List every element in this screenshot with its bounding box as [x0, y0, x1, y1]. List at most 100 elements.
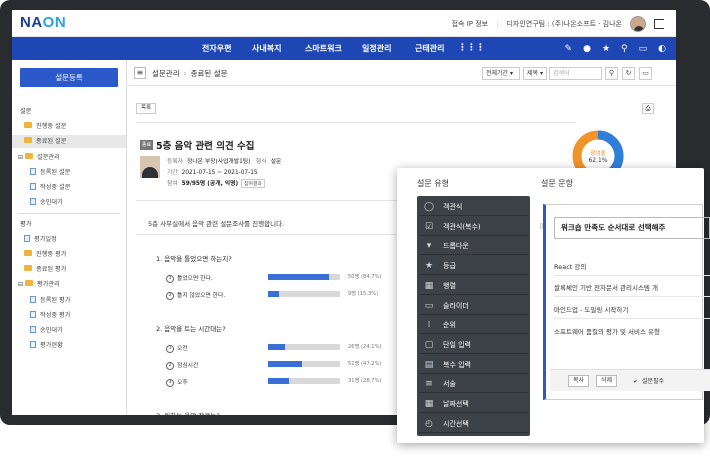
nav-item-smartwork[interactable]: 스마트워크 [305, 43, 342, 54]
search-input[interactable]: 검색어 [549, 67, 602, 80]
sidebar-item-draft-survey[interactable]: 작성중 설문 [12, 181, 126, 194]
document-icon [30, 182, 36, 190]
copy-button[interactable]: 복사 [568, 375, 590, 387]
option-number: 3 [166, 378, 174, 387]
delete-button[interactable]: 삭제 [596, 375, 618, 387]
answer-option[interactable]: React 강의 [554, 261, 710, 271]
survey-register-button[interactable]: 설문등록 [20, 68, 118, 87]
collapse-icon[interactable]: ⊟ [18, 281, 23, 288]
result-button[interactable]: 참여결과 [241, 179, 265, 188]
answer-option: 3 오후 [166, 377, 188, 387]
nav-item-schedule[interactable]: 일정관리 [362, 43, 391, 54]
sidebar-item-ended-survey[interactable]: 종료된 설문 [12, 135, 126, 148]
sidebar-item-label: 평가현황 [40, 342, 63, 349]
breadcrumb-root[interactable]: 설문관리 [152, 69, 180, 78]
calendar-icon: ▦ [424, 399, 434, 409]
question-type-item[interactable]: ≡ 서술 [419, 375, 528, 394]
question-title-input[interactable]: 워크숍 만족도 순서대로 선택해주 [554, 217, 710, 239]
question-title: 3. 원하는 음악 장르는? [156, 410, 220, 415]
nav-item-attendance[interactable]: 근태관리 [415, 43, 444, 54]
drag-handle-icon[interactable]: ⠿ [539, 223, 544, 231]
logo[interactable]: NAON [20, 14, 66, 31]
question-type-item[interactable]: ⁞ 순위 [419, 316, 528, 335]
sidebar-item-ended-eval[interactable]: 종료된 평가 [12, 263, 126, 276]
search-icon[interactable]: ⚲ [605, 67, 618, 80]
answer-option[interactable]: 마인드업 - 도필링 시작하기 [554, 304, 710, 314]
folder-icon [24, 265, 32, 271]
sidebar-item-registered-survey[interactable]: 등록된 설문 [12, 166, 126, 179]
result-count: 50명 (84.7%) [348, 274, 382, 280]
search-icon[interactable]: ⚲ [621, 44, 628, 54]
sidebar-item-eval-schedule[interactable]: 평가일정 [12, 233, 126, 246]
question-type-label: 슬라이더 [443, 301, 469, 310]
folder-icon [25, 153, 34, 159]
question-type-item[interactable]: ▾ 드롭다운 [419, 237, 528, 256]
logout-icon[interactable] [654, 18, 664, 29]
question-type-item[interactable]: ◯ 객관식 [419, 198, 528, 216]
sidebar-item-draft-eval[interactable]: 작성중 평가 [12, 309, 126, 322]
field-select[interactable]: 제목 ▾ [523, 67, 547, 80]
chat-icon[interactable]: ● [583, 44, 591, 54]
question-type-label: 서술 [443, 380, 456, 389]
editor-title: 설문 문항 [541, 179, 573, 188]
slider-icon: ▭ [424, 300, 434, 311]
sidebar-item-pending-survey[interactable]: 승인대기 [12, 196, 126, 209]
sidebar-item-label: 진행중 평가 [36, 251, 67, 258]
sidebar-item-label: 종료된 평가 [36, 266, 67, 273]
answer-option: 1 오전 [166, 343, 188, 353]
avatar[interactable] [630, 15, 646, 32]
question-card[interactable]: ⠿ 워크숍 만족도 순서대로 선택해주 React 강의 쌀록체인 기반 전자문… [539, 204, 710, 400]
palette-icon[interactable]: ◐ [658, 44, 666, 54]
question-type-item[interactable]: ▢ 단일 입력 [419, 336, 528, 354]
period-select[interactable]: 전체기간 ▾ [482, 67, 520, 80]
header-right: 접속 IP 정보 | 디자인연구팀 : (주)나온소프트 · 김나온 [452, 10, 664, 37]
option-label: 틀었으면 한다. [177, 276, 213, 282]
question-type-label: 행렬 [443, 281, 456, 290]
option-divider [554, 318, 710, 319]
question-type-label: 객관식(복수) [443, 222, 481, 231]
list-button[interactable]: 목록 [136, 103, 156, 114]
sidebar-item-ongoing-survey[interactable]: 진행중 설문 [12, 120, 126, 133]
question-type-label: 객관식 [443, 203, 463, 211]
print-icon[interactable]: ⎙ [642, 103, 654, 114]
folder-icon [24, 122, 32, 128]
answer-option[interactable]: 소프트웨어 품질의 평가 및 서비스 유형 [554, 326, 710, 336]
answer-option[interactable]: 쌀록체인 기반 전자문서 관리시스템 개 [554, 282, 710, 292]
answer-option: 1 틀었으면 한다. [166, 273, 213, 283]
sidebar-item-label: 등록된 평가 [40, 297, 71, 304]
answer-option: 2 틀지 않았으면 한다. [166, 290, 225, 300]
sidebar-item-eval-admin[interactable]: ⊟ 평가관리 [12, 278, 126, 291]
question-type-item[interactable]: ▦ 날짜선택 [419, 395, 528, 413]
nav-icons: ✎ ● ★ ⚲ ▭ ◐ [565, 37, 666, 60]
question-editor: ⠿ 워크숍 만족도 순서대로 선택해주 React 강의 쌀록체인 기반 전자문… [539, 196, 710, 436]
required-checkbox[interactable]: 설문필수 [632, 376, 664, 386]
question-type-item[interactable]: ▦ 행렬 [419, 277, 528, 295]
monitor-icon[interactable]: ▭ [639, 67, 652, 80]
sidebar-item-ongoing-eval[interactable]: 진행중 평가 [12, 248, 126, 261]
result-bar-fill [268, 361, 302, 367]
question-type-item[interactable]: ☑ 객관식(복수) [419, 218, 528, 236]
sidebar-item-eval-status[interactable]: 평가현황 [12, 339, 126, 352]
option-divider [554, 296, 710, 297]
nav-item-mail[interactable]: 전자우편 [202, 43, 231, 54]
question-title: 2. 음악을 트는 시간대는? [156, 325, 226, 333]
monitor-icon[interactable]: ▭ [639, 44, 648, 54]
search-placeholder: 검색어 [553, 70, 570, 77]
question-type-item[interactable]: ▭ 슬라이더 [419, 297, 528, 315]
question-type-item[interactable]: ★ 등급 [419, 257, 528, 276]
sidebar-item-registered-eval[interactable]: 등록된 평가 [12, 294, 126, 307]
collapse-icon[interactable]: ⊟ [18, 154, 23, 161]
sidebar-item-pending-eval[interactable]: 승인대기 [12, 324, 126, 337]
sidebar-item-survey-admin[interactable]: ⊟ 설문관리 [12, 151, 126, 164]
menu-icon[interactable]: ≡ [134, 67, 146, 79]
clock-icon: ◴ [425, 418, 433, 429]
question-card-footer: 복사 삭제 설문필수 [550, 369, 710, 391]
refresh-icon[interactable]: ↻ [622, 67, 635, 80]
apps-grid-icon[interactable]: ⋮⋮⋮ [458, 43, 485, 53]
question-type-item[interactable]: ◴ 시간선택 [419, 415, 528, 433]
ip-info-link[interactable]: 접속 IP 정보 [452, 19, 489, 29]
question-type-item[interactable]: ▤ 복수 입력 [419, 356, 528, 374]
star-icon[interactable]: ★ [602, 44, 610, 54]
nav-item-welfare[interactable]: 사내복지 [252, 43, 281, 54]
pen-icon[interactable]: ✎ [565, 44, 573, 54]
